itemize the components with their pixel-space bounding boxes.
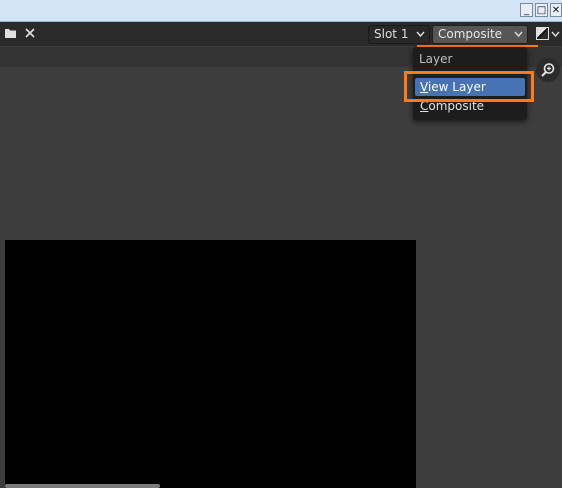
image-select-value: Composite	[438, 27, 503, 41]
highlight-box	[404, 71, 534, 102]
zoom-icon[interactable]	[536, 58, 560, 82]
render-result-image	[5, 240, 416, 488]
window-titlebar: _ □ ✕	[0, 0, 562, 22]
dropdown-header: Layer	[419, 52, 453, 66]
folder-icon[interactable]	[3, 27, 17, 41]
slot-select-value: Slot 1	[374, 27, 409, 41]
display-mode-icon[interactable]	[536, 27, 549, 40]
image-select[interactable]: Composite	[432, 25, 528, 44]
horizontal-scrollbar[interactable]	[5, 484, 160, 488]
image-editor-header: Slot 1 Composite	[0, 22, 562, 46]
minimize-button[interactable]: _	[520, 3, 533, 17]
chevron-down-icon[interactable]	[551, 22, 560, 49]
slot-select[interactable]: Slot 1	[368, 25, 430, 44]
maximize-button[interactable]: □	[535, 3, 548, 17]
close-icon[interactable]	[23, 27, 37, 41]
close-window-button[interactable]: ✕	[550, 3, 562, 17]
